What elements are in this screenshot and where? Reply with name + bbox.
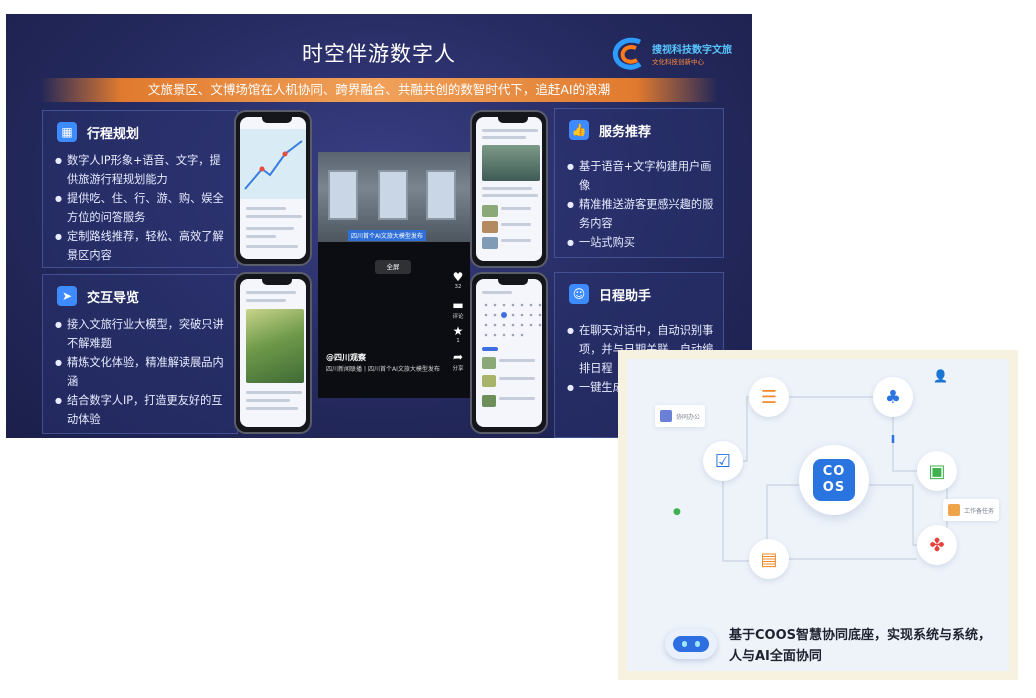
calendar-icon: ▦	[57, 122, 77, 142]
comment-icon: ▬	[452, 298, 464, 312]
panel-schedule-header: ☺ 日程助手	[569, 283, 651, 305]
fullscreen-button[interactable]: 全屏	[375, 260, 411, 274]
tag-collab-office: 协同办公	[655, 405, 706, 427]
screenshot-root: 时空伴游数字人 搜视科技数字文旅 文化科技创新中心 文旅景区、文博场馆在人机协同…	[0, 0, 1036, 698]
panel-itinerary-title: 行程规划	[87, 126, 140, 142]
logo-line1: 搜视科技数字文旅	[652, 45, 732, 56]
organization-logo: 搜视科技数字文旅 文化科技创新中心	[610, 36, 752, 76]
list-item: 结合数字人IP，打造更友好的互动体验	[55, 391, 231, 429]
phone-calendar-screen	[470, 272, 548, 434]
navigation-arrow-icon: ➤	[57, 286, 77, 306]
heart-icon: ♥	[452, 270, 464, 284]
coos-logo: CO OS	[813, 459, 855, 501]
chat-bubble-icon: ▣	[917, 451, 957, 491]
robot-icon: ☺	[569, 284, 589, 304]
video-like-button[interactable]: ♥ 32	[448, 270, 468, 290]
list-item: 一站式购买	[567, 233, 717, 252]
video-description: 四川新闻联播丨四川首个AI文旅大模型发布	[326, 366, 440, 373]
logo-swirl-icon	[612, 37, 642, 70]
coos-hub: CO OS	[799, 445, 869, 515]
video-caption: 四川首个AI文旅大模型发布	[348, 230, 426, 241]
phone-painting-screen	[234, 272, 312, 434]
video-frame: 四川首个AI文旅大模型发布	[318, 152, 470, 242]
painting-image	[246, 309, 304, 383]
list-item: 精炼文化体验，精准解读展品内涵	[55, 353, 231, 391]
panel-itinerary-bullets: 数字人IP形象+语音、文字，提供旅游行程规划能力 提供吃、住、行、游、购、娱全方…	[55, 151, 231, 265]
task-check-icon: ☑	[703, 441, 743, 481]
calendar-grid-icon	[484, 303, 542, 337]
panel-itinerary-header: ▦ 行程规划	[57, 121, 139, 143]
panel-guide-header: ➤ 交互导览	[57, 285, 139, 307]
list-item: 基于语音+文字构建用户画像	[567, 157, 717, 195]
panel-guide-bullets: 接入文旅行业大模型，突破只讲不解难题 精炼文化体验，精准解读展品内涵 结合数字人…	[55, 315, 231, 429]
person-icon: 👤	[933, 369, 948, 383]
person-small-icon: ●	[673, 507, 681, 517]
ai-robot-icon	[665, 629, 717, 659]
logo-line2: 文化科技创新中心	[652, 58, 704, 66]
phone-map-screen	[234, 110, 312, 266]
report-document-icon: ▤	[749, 539, 789, 579]
panel-service-header: 👍 服务推荐	[569, 119, 651, 141]
panel-schedule-title: 日程助手	[599, 288, 652, 304]
panel-service-title: 服务推荐	[599, 124, 652, 140]
panel-service-bullets: 基于语音+文字构建用户画像 精准推送游客更感兴趣的服务内容 一站式购买	[567, 157, 717, 252]
slide-banner: 文旅景区、文博场馆在人机协同、跨界融合、共融共创的数智时代下，追赶AI的浪潮	[40, 78, 718, 102]
map-image	[240, 129, 306, 199]
org-chart-icon: ♣	[873, 377, 913, 417]
video-favorite-button[interactable]: ★ 1	[448, 324, 468, 344]
star-icon: ★	[452, 324, 464, 338]
panel-guide-title: 交互导览	[87, 290, 140, 306]
thumbs-up-icon: 👍	[569, 120, 589, 140]
task-card-icon	[948, 504, 960, 516]
list-item: 接入文旅行业大模型，突破只讲不解难题	[55, 315, 231, 353]
panel-service: 👍 服务推荐 基于语音+文字构建用户画像 精准推送游客更感兴趣的服务内容 一站式…	[554, 108, 724, 258]
list-item: 精准推送游客更感兴趣的服务内容	[567, 195, 717, 233]
coos-collaboration-card: ☰ ♣ ☑ ▣ ✤ ▤ CO OS 协同办公 工作备任务 👤 ● 基于COOS智…	[618, 350, 1018, 680]
tag-work-task: 工作备任务	[943, 499, 1000, 521]
briefcase-icon	[660, 410, 672, 422]
phone-service-screen	[470, 110, 548, 268]
list-item: 提供吃、住、行、游、购、娱全方位的问答服务	[55, 189, 231, 227]
panel-itinerary: ▦ 行程规划 数字人IP形象+语音、文字，提供旅游行程规划能力 提供吃、住、行、…	[42, 110, 238, 268]
panel-guide: ➤ 交互导览 接入文旅行业大模型，突破只讲不解难题 精炼文化体验，精准解读展品内…	[42, 274, 238, 434]
scenic-image	[482, 145, 540, 181]
short-video-player[interactable]: 四川首个AI文旅大模型发布 全屏 ♥ 32 ▬ 评论 ★ 1 ➦ 分享 @四川观…	[318, 152, 470, 398]
video-username[interactable]: @四川观察	[326, 352, 366, 363]
list-item: 定制路线推荐，轻松、高效了解景区内容	[55, 227, 231, 265]
route-map-icon	[244, 140, 303, 190]
list-item: 数字人IP形象+语音、文字，提供旅游行程规划能力	[55, 151, 231, 189]
coos-footer-text: 基于COOS智慧协同底座，实现系统与系统， 人与AI全面协同	[729, 628, 992, 664]
video-comment-button[interactable]: ▬ 评论	[448, 298, 468, 320]
share-icon: ➦	[452, 350, 464, 364]
document-list-icon: ☰	[749, 377, 789, 417]
video-share-button[interactable]: ➦ 分享	[448, 350, 468, 372]
app-grid-icon: ✤	[917, 525, 957, 565]
